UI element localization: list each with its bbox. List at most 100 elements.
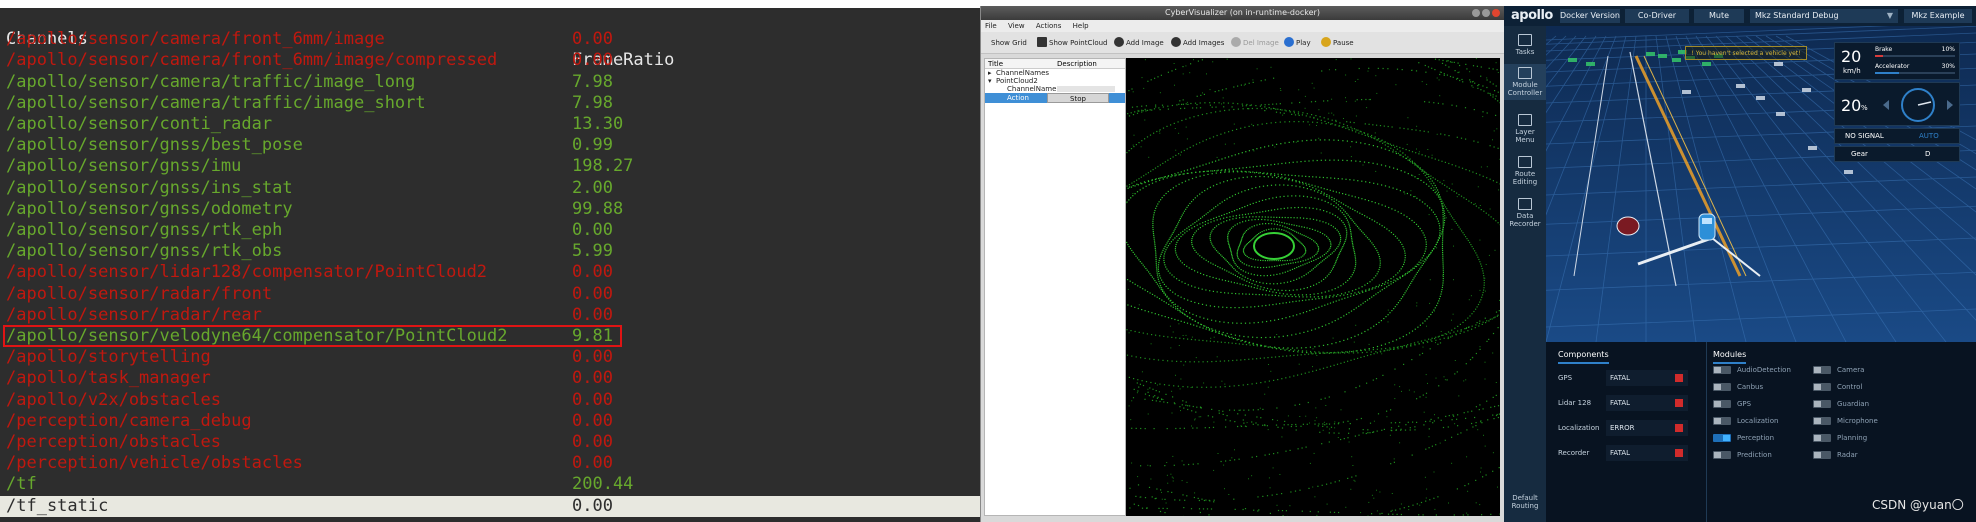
- pause-button[interactable]: Pause: [1321, 37, 1354, 49]
- channel-row[interactable]: /tf_static 0.00: [0, 495, 980, 517]
- speed-card: 20 km/h Brake 10% Accelerator 30%: [1834, 42, 1960, 80]
- channel-row[interactable]: /apollo/sensor/camera/traffic/image_long…: [0, 72, 980, 93]
- toggle-switch[interactable]: [1713, 417, 1731, 425]
- sidebar-item-layer-menu[interactable]: Layer Menu: [1504, 114, 1546, 144]
- play-button[interactable]: Play: [1284, 37, 1311, 49]
- sidebar-item-route-editing[interactable]: Route Editing: [1504, 156, 1546, 186]
- channel-row[interactable]: /apollo/sensor/gnss/ins_stat 2.00: [0, 178, 980, 199]
- del-image-button[interactable]: Del Image: [1231, 37, 1279, 49]
- vehicle-select[interactable]: Mkz Example: [1904, 9, 1972, 23]
- close-icon[interactable]: [1492, 9, 1500, 17]
- channel-name-value[interactable]: [1057, 86, 1115, 92]
- component-row-lidar128: Lidar 128 FATAL: [1558, 395, 1698, 411]
- gear-card: Gear D: [1834, 146, 1960, 162]
- channel-name: /apollo/sensor/camera/traffic/image_long: [6, 71, 416, 92]
- module-label: Control: [1837, 383, 1863, 391]
- toggle-switch[interactable]: [1713, 451, 1731, 459]
- frame-ratio: 5.99: [572, 241, 613, 262]
- minimize-icon[interactable]: [1472, 9, 1480, 17]
- stop-button[interactable]: Stop: [1047, 93, 1109, 103]
- sidebar-item-data-recorder[interactable]: Data Recorder: [1504, 198, 1546, 228]
- steering-card: 20 %: [1834, 82, 1960, 126]
- channel-row[interactable]: /apollo/sensor/radar/rear 0.00: [0, 305, 980, 326]
- pointcloud-render: [1126, 58, 1500, 516]
- cyber-monitor-terminal: Channels FrameRatio /apollo/sensor/camer…: [0, 8, 980, 522]
- frame-ratio: 198.27: [572, 156, 634, 177]
- toggle-switch[interactable]: [1813, 451, 1831, 459]
- toggle-switch[interactable]: [1713, 383, 1731, 391]
- brake-bar: [1875, 55, 1955, 57]
- channel-row[interactable]: /apollo/sensor/camera/front_6mm/image/co…: [0, 50, 980, 71]
- tree-item-pointcloud2[interactable]: ▾ PointCloud2: [985, 77, 1125, 85]
- layer-menu-icon: [1518, 114, 1532, 126]
- sidebar-label: Module Controller: [1507, 81, 1543, 97]
- channel-row[interactable]: /apollo/sensor/radar/front 0.00: [0, 284, 980, 305]
- toggle-switch[interactable]: [1713, 400, 1731, 408]
- channel-row[interactable]: /apollo/storytelling 0.00: [0, 347, 980, 368]
- mute-button[interactable]: Mute: [1694, 9, 1744, 23]
- channel-row[interactable]: /perception/vehicle/obstacles 0.00: [0, 453, 980, 474]
- frame-ratio: 0.00: [572, 368, 613, 389]
- channel-row[interactable]: /tf 200.44: [0, 474, 980, 495]
- channel-name: /tf_static: [6, 495, 109, 516]
- toggle-switch[interactable]: [1813, 366, 1831, 374]
- collapse-arrow-icon[interactable]: ▾: [988, 77, 992, 85]
- toggle-switch[interactable]: [1813, 383, 1831, 391]
- toggle-switch[interactable]: [1713, 366, 1731, 374]
- frame-ratio: 200.44: [572, 474, 634, 495]
- add-images-button[interactable]: Add Images: [1171, 37, 1224, 49]
- add-images-icon: [1171, 37, 1181, 47]
- menu-file[interactable]: File: [985, 22, 997, 30]
- module-label: GPS: [1737, 400, 1752, 408]
- frame-ratio: 0.00: [572, 389, 613, 410]
- pause-label: Pause: [1333, 39, 1354, 47]
- status-text: ERROR: [1610, 424, 1635, 432]
- channel-row[interactable]: /apollo/task_manager 0.00: [0, 368, 980, 389]
- show-grid-button[interactable]: Show Grid: [991, 37, 1027, 49]
- show-pointcloud-button[interactable]: Show PointCloud: [1037, 37, 1108, 49]
- pointcloud-viewport[interactable]: [1126, 58, 1500, 516]
- channel-row[interactable]: /perception/obstacles 0.00: [0, 432, 980, 453]
- menu-view[interactable]: View: [1008, 22, 1025, 30]
- mode-select[interactable]: Mkz Standard Debug ▼: [1750, 9, 1898, 23]
- tree-item-action[interactable]: Action Stop: [985, 93, 1125, 103]
- frame-ratio: 7.98: [572, 92, 613, 113]
- channel-row[interactable]: /apollo/sensor/camera/front_6mm/image 0.0…: [0, 29, 980, 50]
- menu-actions[interactable]: Actions: [1036, 22, 1062, 30]
- channel-name: /apollo/sensor/camera/traffic/image_shor…: [6, 92, 426, 113]
- channel-row[interactable]: /apollo/sensor/gnss/rtk_eph 0.00: [0, 220, 980, 241]
- sidebar-item-module-controller[interactable]: Module Controller: [1504, 64, 1546, 100]
- accelerator-bar-fill: [1875, 72, 1899, 74]
- co-driver-button[interactable]: Co-Driver: [1625, 9, 1689, 23]
- channel-row[interactable]: /apollo/sensor/gnss/odometry 99.88: [0, 199, 980, 220]
- channel-row[interactable]: /apollo/sensor/camera/traffic/image_shor…: [0, 93, 980, 114]
- tree-item-channelnames[interactable]: ▸ ChannelNames: [985, 69, 1125, 77]
- status-text: FATAL: [1610, 399, 1631, 407]
- tree-item-channelname[interactable]: ChannelName: [985, 85, 1125, 93]
- sidebar-item-tasks[interactable]: Tasks: [1504, 34, 1546, 56]
- channel-name: /apollo/sensor/camera/front_6mm/image: [6, 29, 385, 50]
- channel-row[interactable]: /apollo/sensor/gnss/imu 198.27: [0, 156, 980, 177]
- docker-version-button[interactable]: Docker Version: [1560, 9, 1620, 23]
- toggle-switch[interactable]: [1813, 434, 1831, 442]
- toggle-switch[interactable]: [1713, 434, 1731, 442]
- brake-value: 10%: [1941, 46, 1955, 53]
- channel-name: /perception/vehicle/obstacles: [6, 453, 303, 474]
- channel-row[interactable]: /apollo/sensor/gnss/rtk_obs 5.99: [0, 241, 980, 262]
- modules-panel: Modules AudioDetection Canbus GPS Localizat…: [1706, 342, 1974, 522]
- channel-row[interactable]: /perception/camera_debug 0.00: [0, 411, 980, 432]
- channel-row[interactable]: /apollo/sensor/conti_radar 13.30: [0, 114, 980, 135]
- sidebar-item-default-routing[interactable]: Default Routing: [1504, 494, 1546, 510]
- channel-row[interactable]: /apollo/sensor/lidar128/compensator/Poin…: [0, 262, 980, 283]
- channel-row[interactable]: /apollo/sensor/gnss/best_pose 0.99: [0, 135, 980, 156]
- toggle-switch[interactable]: [1813, 417, 1831, 425]
- sidebar-label: Data Recorder: [1509, 212, 1541, 228]
- toggle-switch[interactable]: [1813, 400, 1831, 408]
- maximize-icon[interactable]: [1482, 9, 1490, 17]
- expand-arrow-icon[interactable]: ▸: [988, 69, 992, 77]
- tasks-icon: [1518, 34, 1532, 46]
- channel-row[interactable]: /apollo/v2x/obstacles 0.00: [0, 390, 980, 411]
- chevron-down-icon: ▼: [1886, 11, 1893, 20]
- menu-help[interactable]: Help: [1073, 22, 1089, 30]
- add-image-button[interactable]: Add Image: [1114, 37, 1164, 49]
